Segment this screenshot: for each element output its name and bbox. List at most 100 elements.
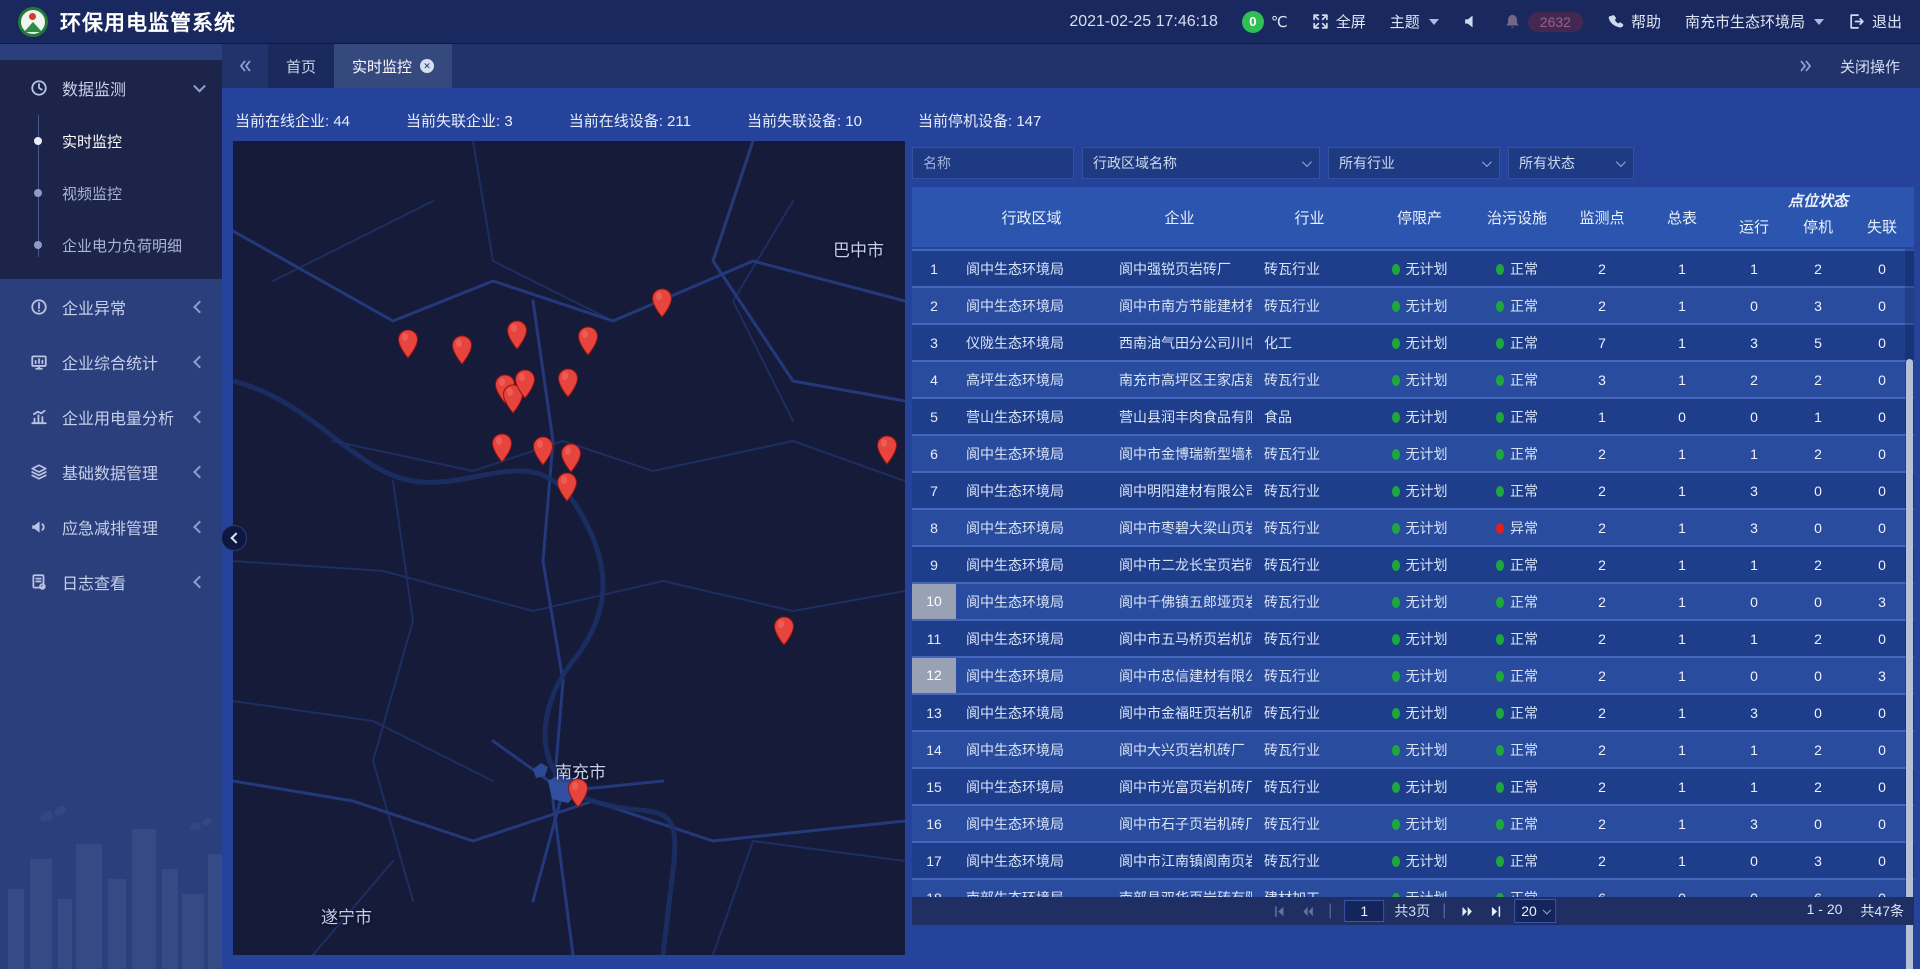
column-header[interactable]: 运行 (1722, 214, 1786, 247)
column-header[interactable]: 治污设施 (1472, 187, 1562, 247)
status-dot (1392, 634, 1400, 645)
column-header[interactable]: 失联 (1850, 214, 1914, 247)
next-page-icon[interactable] (1458, 902, 1476, 920)
sidebar-item-data-monitoring[interactable]: 数据监测 (0, 60, 222, 115)
table-row[interactable]: 2 阆中生态环境局 阆中市南方节能建材有 砖瓦行业 无计划 正常 2 1 0 3… (912, 288, 1914, 325)
app-root: 环保用电监管系统 2021-02-25 17:46:18 0 ℃ 全屏 主题 2… (0, 0, 1920, 969)
column-header[interactable]: 停限产 (1367, 187, 1472, 247)
map-pin-icon[interactable] (397, 329, 419, 359)
column-header[interactable]: 企业 (1107, 187, 1252, 247)
table-row[interactable]: 16 阆中生态环境局 阆中市石子页岩机砖厂 砖瓦行业 无计划 正常 2 1 3 … (912, 806, 1914, 843)
notifications[interactable]: 2632 (1504, 12, 1583, 32)
map-pin-icon[interactable] (651, 288, 673, 318)
tab-realtime[interactable]: 实时监控 ✕ (334, 44, 452, 88)
cell-stop-limit: 无计划 (1367, 259, 1472, 279)
map-pin-icon[interactable] (560, 443, 582, 473)
exit-button[interactable]: 退出 (1848, 11, 1902, 32)
page-size-select[interactable]: 20 (1514, 899, 1556, 923)
sidebar-subitem-label: 视频监控 (62, 183, 122, 204)
map-pin-icon[interactable] (557, 368, 579, 398)
cell-running: 0 (1722, 668, 1786, 684)
map-pin-icon[interactable] (451, 335, 473, 365)
map-panel: 巴中市南充市遂宁市 (233, 141, 905, 955)
sidebar-subitem-video-monitoring[interactable]: 视频监控 (0, 167, 222, 219)
column-header[interactable]: 行政区域 (956, 187, 1107, 247)
cell-facility-status: 正常 (1472, 777, 1562, 797)
column-header[interactable]: 行业 (1252, 187, 1367, 247)
map-pin-icon[interactable] (567, 778, 589, 808)
row-number: 5 (912, 409, 956, 425)
org-dropdown[interactable]: 南充市生态环境局 (1685, 11, 1824, 32)
map-pin-icon[interactable] (876, 435, 898, 465)
table-row[interactable]: 17 阆中生态环境局 阆中市江南镇阆南页岩 砖瓦行业 无计划 正常 2 1 0 … (912, 843, 1914, 880)
tab-close-icon[interactable]: ✕ (420, 59, 434, 73)
cell-stopped: 2 (1786, 557, 1850, 573)
cell-running: 3 (1722, 483, 1786, 499)
status-dot (1496, 301, 1504, 312)
industry-select[interactable]: 所有行业 (1328, 147, 1500, 179)
status-dot (1392, 745, 1400, 756)
map-pin-icon[interactable] (491, 433, 513, 463)
select-value: 所有状态 (1519, 153, 1575, 173)
close-operations-button[interactable]: 关闭操作 (1840, 56, 1900, 77)
status-dot (1496, 375, 1504, 386)
tabs-scroll-right-icon[interactable] (1798, 58, 1814, 74)
mute-button[interactable] (1463, 13, 1480, 30)
sidebar-item-log-view[interactable]: 日志查看 (0, 554, 222, 609)
table-row[interactable]: 13 阆中生态环境局 阆中市金福旺页岩机砖 砖瓦行业 无计划 正常 2 1 3 … (912, 695, 1914, 732)
first-page-icon[interactable] (1270, 902, 1288, 920)
table-row[interactable]: 1 阆中生态环境局 阆中强锐页岩砖厂 砖瓦行业 无计划 正常 2 1 1 2 0 (912, 249, 1914, 288)
sidebar-item-label: 企业综合统计 (62, 350, 158, 374)
table-row[interactable]: 18 南部生态环境局 南部县双华页岩砖有限公 建材加工 无计划 正常 6 0 0… (912, 880, 1914, 897)
sidebar-item-enterprise-statistics[interactable]: 企业综合统计 (0, 334, 222, 389)
column-header[interactable]: 停机 (1786, 214, 1850, 247)
table-row[interactable]: 7 阆中生态环境局 阆中明阳建材有限公司 砖瓦行业 无计划 正常 2 1 3 0… (912, 473, 1914, 510)
cell-monitor-points: 2 (1562, 594, 1642, 610)
last-page-icon[interactable] (1486, 902, 1504, 920)
sidebar-item-basic-data[interactable]: 基础数据管理 (0, 444, 222, 499)
table-row[interactable]: 3 仪陇生态环境局 西南油气田分公司川中 化工 无计划 正常 7 1 3 5 0 (912, 325, 1914, 362)
status-dot (1496, 671, 1504, 682)
table-row[interactable]: 6 阆中生态环境局 阆中市金博瑞新型墙材 砖瓦行业 无计划 正常 2 1 1 2… (912, 436, 1914, 473)
status-select[interactable]: 所有状态 (1508, 147, 1634, 179)
sidebar: 数据监测 实时监控 视频监控 企业电力负荷明细 企业异常 企业综合统计 企业用电… (0, 44, 222, 969)
name-search-input[interactable] (912, 147, 1074, 179)
table-row[interactable]: 15 阆中生态环境局 阆中市光富页岩机砖厂 砖瓦行业 无计划 正常 2 1 1 … (912, 769, 1914, 806)
map-pin-icon[interactable] (577, 326, 599, 356)
table-row[interactable]: 14 阆中生态环境局 阆中大兴页岩机砖厂 砖瓦行业 无计划 正常 2 1 1 2… (912, 732, 1914, 769)
sidebar-subitem-power-load-detail[interactable]: 企业电力负荷明细 (0, 219, 222, 271)
region-select[interactable]: 行政区域名称 (1082, 147, 1320, 179)
table-row[interactable]: 12 阆中生态环境局 阆中市忠信建材有限公 砖瓦行业 无计划 正常 2 1 0 … (912, 658, 1914, 695)
scrollbar-thumb[interactable] (1906, 359, 1913, 969)
fullscreen-button[interactable]: 全屏 (1312, 11, 1366, 32)
map-pin-icon[interactable] (514, 369, 536, 399)
table-row[interactable]: 11 阆中生态环境局 阆中市五马桥页岩机砖 砖瓦行业 无计划 正常 2 1 1 … (912, 621, 1914, 658)
tabs-scroll-left-icon[interactable] (222, 44, 268, 88)
tab-home[interactable]: 首页 (268, 44, 334, 88)
table-row[interactable]: 4 高坪生态环境局 南充市高坪区王家店建 砖瓦行业 无计划 正常 3 1 2 2… (912, 362, 1914, 399)
map-collapse-button[interactable] (221, 525, 247, 551)
map-canvas[interactable]: 巴中市南充市遂宁市 (233, 141, 905, 955)
table-row[interactable]: 5 营山生态环境局 营山县润丰肉食品有限 食品 无计划 正常 1 0 0 1 0 (912, 399, 1914, 436)
sidebar-subitem-realtime-monitoring[interactable]: 实时监控 (0, 115, 222, 167)
cell-industry: 砖瓦行业 (1252, 777, 1367, 797)
cell-district: 阆中生态环境局 (956, 481, 1107, 501)
page-number-input[interactable] (1344, 900, 1384, 922)
prev-page-icon[interactable] (1298, 902, 1316, 920)
sidebar-item-enterprise-abnormal[interactable]: 企业异常 (0, 279, 222, 334)
row-number: 3 (912, 335, 956, 351)
map-pin-icon[interactable] (506, 320, 528, 350)
theme-dropdown[interactable]: 主题 (1390, 11, 1439, 32)
brand: 环保用电监管系统 (18, 7, 236, 37)
table-row[interactable]: 9 阆中生态环境局 阆中市二龙长宝页岩砖 砖瓦行业 无计划 正常 2 1 1 2… (912, 547, 1914, 584)
help-button[interactable]: 帮助 (1607, 11, 1661, 32)
sidebar-item-emergency-reduction[interactable]: 应急减排管理 (0, 499, 222, 554)
sidebar-item-power-analysis[interactable]: 企业用电量分析 (0, 389, 222, 444)
map-pin-icon[interactable] (556, 472, 578, 502)
column-header[interactable]: 监测点 (1562, 187, 1642, 247)
map-pin-icon[interactable] (773, 616, 795, 646)
column-header[interactable]: 总表 (1642, 187, 1722, 247)
map-pin-icon[interactable] (532, 436, 554, 466)
table-row[interactable]: 8 阆中生态环境局 阆中市枣碧大梁山页岩 砖瓦行业 无计划 异常 2 1 3 0… (912, 510, 1914, 547)
table-row[interactable]: 10 阆中生态环境局 阆中千佛镇五郎垭页岩 砖瓦行业 无计划 正常 2 1 0 … (912, 584, 1914, 621)
